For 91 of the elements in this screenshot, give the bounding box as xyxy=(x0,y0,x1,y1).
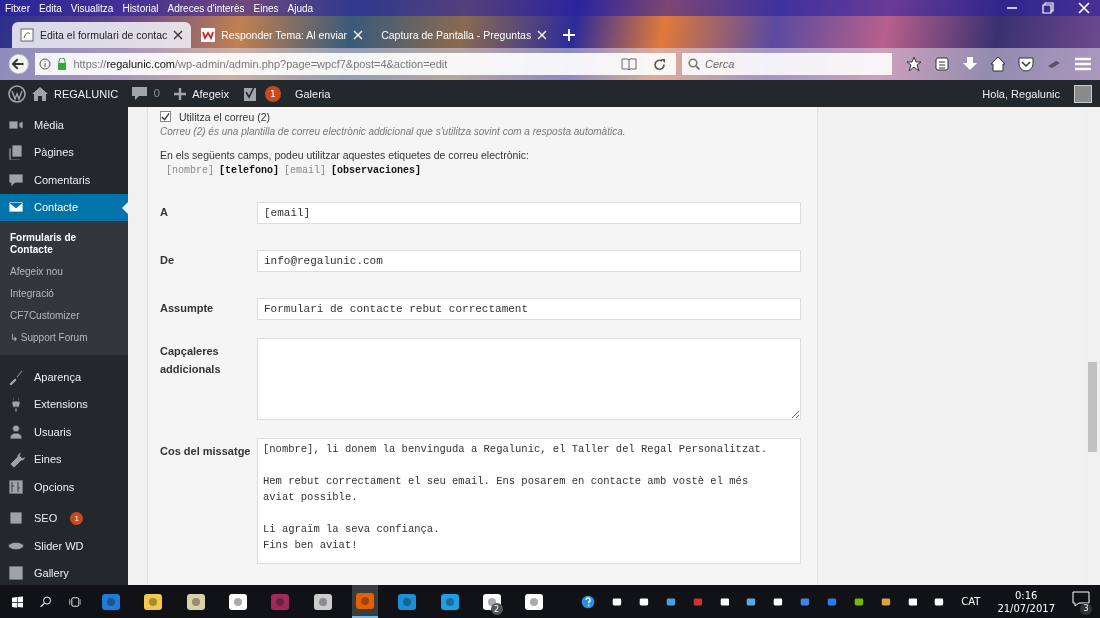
menu-item[interactable]: Ajuda xyxy=(287,2,314,14)
update-badge: 1 xyxy=(70,511,84,525)
field-label: A xyxy=(160,205,169,221)
field-label: Assumpte xyxy=(160,301,215,317)
mail-tag: [email] xyxy=(284,165,327,176)
time-text: 0:16 xyxy=(1014,588,1038,602)
mail-tag: [telefono] xyxy=(219,165,280,176)
menu-item[interactable]: Edita xyxy=(39,2,62,14)
lock-icon xyxy=(57,58,68,70)
checkbox[interactable] xyxy=(160,111,171,122)
submenu-item[interactable]: CF7Customizer xyxy=(0,305,128,327)
field-label: Capçaleres addicionals xyxy=(160,344,222,377)
home-icon[interactable] xyxy=(32,86,48,101)
url-text: https://regalunic.com/wp-admin/admin.php?page=wpcf7&post=4&action=edit xyxy=(73,58,448,70)
comment-count: 0 xyxy=(153,87,161,100)
menu-item[interactable]: Fitxer xyxy=(5,2,30,14)
sidebar-item[interactable]: Extensions xyxy=(0,390,128,418)
text-field[interactable]: Formulari de contacte rebut correctament xyxy=(257,298,801,320)
list-icon[interactable] xyxy=(934,56,950,72)
plus-icon[interactable] xyxy=(174,87,187,100)
taskbar-app[interactable]: 2 xyxy=(479,585,505,618)
browser-tab[interactable]: Edita el formulari de contac xyxy=(12,22,192,48)
menu-item[interactable]: Visualitza xyxy=(70,2,114,14)
wrench-icon xyxy=(7,450,25,469)
new-tab-icon[interactable] xyxy=(563,29,576,41)
sidebar-item[interactable]: Pàgines xyxy=(0,138,128,166)
avatar-placeholder[interactable] xyxy=(1074,84,1092,103)
sidebar-item[interactable]: Comentaris xyxy=(0,166,128,194)
menu-item[interactable]: Eines xyxy=(253,2,279,14)
submenu-item[interactable]: Formularis de Contacte xyxy=(0,227,128,261)
submenu-item[interactable]: Integració xyxy=(0,283,128,305)
clock[interactable]: 0:16 21/07/2017 xyxy=(997,588,1056,615)
sidebar-item[interactable]: Gallery xyxy=(0,559,128,585)
search-icon[interactable] xyxy=(40,593,52,610)
new-link[interactable]: Afegeix xyxy=(192,87,229,100)
settings-icon xyxy=(7,477,25,496)
user-icon xyxy=(7,422,25,441)
menu-item[interactable]: Historial xyxy=(122,2,159,14)
close-tab-icon[interactable] xyxy=(173,30,184,40)
site-name-link[interactable]: REGALUNIC xyxy=(54,87,119,100)
submenu-item[interactable]: ↳ Support Forum xyxy=(0,327,128,349)
brush-icon xyxy=(7,367,25,386)
info-icon[interactable] xyxy=(39,58,52,70)
reader-view-icon[interactable] xyxy=(621,58,637,70)
home-icon[interactable] xyxy=(990,56,1006,72)
mail-tag: [observaciones] xyxy=(331,165,422,176)
gallery-link[interactable]: Galeria xyxy=(294,87,331,100)
sidebar-item[interactable]: Contacte xyxy=(0,193,128,221)
search-field[interactable]: Cerca xyxy=(682,53,892,75)
site-favicon-icon xyxy=(201,28,216,42)
notification-badge: 1 xyxy=(264,85,281,102)
sidebar-item[interactable]: Aparença xyxy=(0,363,128,391)
download-icon[interactable] xyxy=(962,56,978,72)
close-icon[interactable] xyxy=(1078,2,1090,14)
text-area-field[interactable] xyxy=(257,338,801,420)
sidebar-item[interactable]: Opcions xyxy=(0,473,128,501)
mail-tag: [nombre] xyxy=(166,165,214,176)
address-field[interactable]: https://regalunic.com/wp-admin/admin.php?page=wpcf7&post=4&action=edit xyxy=(35,53,676,75)
sidebar-item[interactable]: Eines xyxy=(0,445,128,473)
pocket-icon[interactable] xyxy=(1018,56,1034,72)
field-label: De xyxy=(160,253,176,269)
text-field[interactable]: info@regalunic.com xyxy=(257,250,801,272)
text-area-field[interactable]: [nombre], li donem la benvinguda a Regalunic, el Taller del Regal Personalitzat. Hem rebut correctament el seu email. Ens posarem en contacte amb vostè el més aviat possible. Li agraïm la seva confiança. Fins ben aviat! xyxy=(257,438,801,564)
menu-item[interactable]: Adreces d'interès xyxy=(167,2,245,14)
checkbox-label[interactable]: Utilitza el correu (2) xyxy=(179,110,271,123)
submenu-item[interactable]: Afegeix nou xyxy=(0,261,128,283)
date-text: 21/07/2017 xyxy=(997,601,1056,615)
star-icon[interactable] xyxy=(906,56,922,72)
comment-icon[interactable] xyxy=(132,86,148,101)
description-text: Correu (2) és una plantilla de correu electrònic addicional que s'utilitza sovint com a resposta automàtica. xyxy=(160,126,627,137)
notifications-button[interactable]: 3 xyxy=(1072,590,1091,613)
document-icon xyxy=(20,28,34,42)
search-icon xyxy=(688,58,700,70)
back-icon[interactable] xyxy=(8,53,30,75)
maximize-icon[interactable] xyxy=(1042,2,1054,14)
sidebar-item[interactable]: SEO 1 xyxy=(0,504,128,532)
browser-tab[interactable]: Captura de Pantalla - Preguntas xyxy=(373,22,556,48)
reload-icon[interactable] xyxy=(653,57,666,71)
greeting-link[interactable]: Hola, Regalunic xyxy=(982,87,1060,100)
sidebar-item[interactable]: Usuaris xyxy=(0,418,128,446)
pages-icon xyxy=(7,143,25,162)
browser-tab[interactable]: Responder Tema: Al enviar xyxy=(193,22,372,48)
menu-icon[interactable] xyxy=(1074,56,1092,72)
wordpress-logo-icon[interactable] xyxy=(8,84,26,103)
sidebar-item[interactable]: Slider WD xyxy=(0,532,128,560)
sidebar-item[interactable]: Mèdia xyxy=(0,111,128,139)
windows-start-icon[interactable] xyxy=(12,593,24,610)
language-indicator[interactable]: CAT xyxy=(961,596,981,607)
field-label: Cos del missatge xyxy=(160,444,252,459)
text-field[interactable]: [email] xyxy=(257,202,801,224)
tags-intro-text: En els següents camps, podeu utilitzar aquestes etiquetes de correu electrònic: xyxy=(160,149,530,161)
